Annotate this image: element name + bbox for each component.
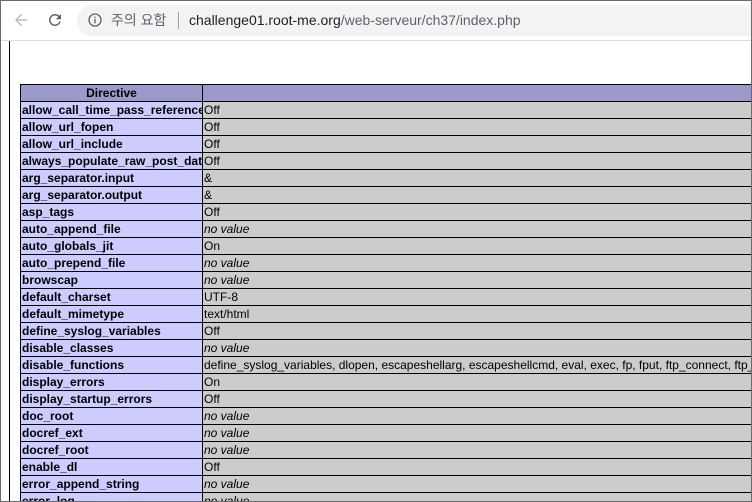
address-bar[interactable]: 주의 요함 challenge01.root-me.org/web-serveu…	[77, 5, 751, 36]
directive-name: default_charset	[20, 288, 203, 306]
directive-value: no value	[202, 424, 751, 442]
back-button[interactable]	[9, 8, 33, 32]
table-row: auto_globals_jit On	[20, 237, 751, 255]
directive-value: text/html	[202, 305, 751, 323]
table-header-row: Directive	[20, 84, 751, 102]
table-row: asp_tags Off	[20, 203, 751, 221]
directive-name: allow_call_time_pass_reference	[20, 101, 203, 119]
directive-name: docref_root	[20, 441, 203, 459]
reload-button[interactable]	[43, 8, 67, 32]
directive-value: no value	[202, 492, 751, 501]
phpinfo-table-wrapper: Directive allow_call_time_pass_reference…	[20, 84, 751, 501]
directive-value: Off	[202, 458, 751, 476]
directive-value: Off	[202, 118, 751, 136]
header-directive: Directive	[20, 84, 203, 102]
directive-value: Off	[202, 152, 751, 170]
directive-value: Off	[202, 390, 751, 408]
directive-value: define_syslog_variables, dlopen, escapes…	[202, 356, 751, 374]
directive-name: doc_root	[20, 407, 203, 425]
table-row: allow_url_include Off	[20, 135, 751, 153]
table-row: always_populate_raw_post_data Off	[20, 152, 751, 170]
table-row: error_append_string no value	[20, 475, 751, 493]
table-row: arg_separator.input &	[20, 169, 751, 187]
browser-toolbar: 주의 요함 challenge01.root-me.org/web-serveu…	[1, 1, 751, 40]
url-text[interactable]: challenge01.root-me.org/web-serveur/ch37…	[189, 11, 521, 30]
table-row: error_log no value	[20, 492, 751, 501]
directive-name: error_append_string	[20, 475, 203, 493]
table-row: default_mimetype text/html	[20, 305, 751, 323]
directive-name: display_errors	[20, 373, 203, 391]
table-row: display_errors On	[20, 373, 751, 391]
table-row: display_startup_errors Off	[20, 390, 751, 408]
directive-value: Off	[202, 203, 751, 221]
directive-value: &	[202, 186, 751, 204]
directive-value: no value	[202, 407, 751, 425]
table-row: docref_root no value	[20, 441, 751, 459]
page-content: Directive allow_call_time_pass_reference…	[1, 41, 751, 501]
table-row: arg_separator.output &	[20, 186, 751, 204]
directive-name: auto_prepend_file	[20, 254, 203, 272]
directive-value: &	[202, 169, 751, 187]
directive-value: no value	[202, 441, 751, 459]
directive-name: asp_tags	[20, 203, 203, 221]
security-status-label[interactable]: 주의 요함	[111, 11, 166, 30]
info-icon[interactable]	[87, 12, 103, 28]
directive-name: auto_append_file	[20, 220, 203, 238]
table-row: define_syslog_variables Off	[20, 322, 751, 340]
table-row: doc_root no value	[20, 407, 751, 425]
page-left-rule	[9, 41, 10, 501]
directive-value: no value	[202, 339, 751, 357]
directive-name: auto_globals_jit	[20, 237, 203, 255]
directive-name: default_mimetype	[20, 305, 203, 323]
table-row: docref_ext no value	[20, 424, 751, 442]
arrow-left-icon	[15, 14, 27, 26]
directive-name: always_populate_raw_post_data	[20, 152, 203, 170]
address-separator	[178, 12, 179, 29]
table-row: allow_call_time_pass_reference Off	[20, 101, 751, 119]
directive-name: display_startup_errors	[20, 390, 203, 408]
directive-value: On	[202, 237, 751, 255]
directive-name: enable_dl	[20, 458, 203, 476]
directive-name: allow_url_include	[20, 135, 203, 153]
directive-value: no value	[202, 271, 751, 289]
directive-name: disable_functions	[20, 356, 203, 374]
url-path: /web-serveur/ch37/index.php	[340, 12, 521, 28]
directive-value: no value	[202, 220, 751, 238]
directives-table: Directive allow_call_time_pass_reference…	[20, 84, 751, 501]
directive-value: UTF-8	[202, 288, 751, 306]
table-row: allow_url_fopen Off	[20, 118, 751, 136]
browser-window: 주의 요함 challenge01.root-me.org/web-serveu…	[0, 0, 752, 502]
table-row: default_charset UTF-8	[20, 288, 751, 306]
header-value	[202, 84, 751, 102]
table-row: disable_functions define_syslog_variables…	[20, 356, 751, 374]
directive-name: disable_classes	[20, 339, 203, 357]
directive-value: On	[202, 373, 751, 391]
table-row: browscap no value	[20, 271, 751, 289]
directive-value: no value	[202, 475, 751, 493]
directive-name: arg_separator.input	[20, 169, 203, 187]
directive-name: docref_ext	[20, 424, 203, 442]
table-row: auto_prepend_file no value	[20, 254, 751, 272]
table-row: enable_dl Off	[20, 458, 751, 476]
reload-icon	[48, 13, 61, 26]
directive-value: Off	[202, 322, 751, 340]
directive-name: error_log	[20, 492, 203, 501]
directive-value: Off	[202, 101, 751, 119]
directive-name: browscap	[20, 271, 203, 289]
directive-name: arg_separator.output	[20, 186, 203, 204]
directive-name: allow_url_fopen	[20, 118, 203, 136]
directive-value: Off	[202, 135, 751, 153]
table-row: disable_classes no value	[20, 339, 751, 357]
table-row: auto_append_file no value	[20, 220, 751, 238]
directive-value: no value	[202, 254, 751, 272]
url-host: challenge01.root-me.org	[189, 12, 341, 28]
directive-name: define_syslog_variables	[20, 322, 203, 340]
